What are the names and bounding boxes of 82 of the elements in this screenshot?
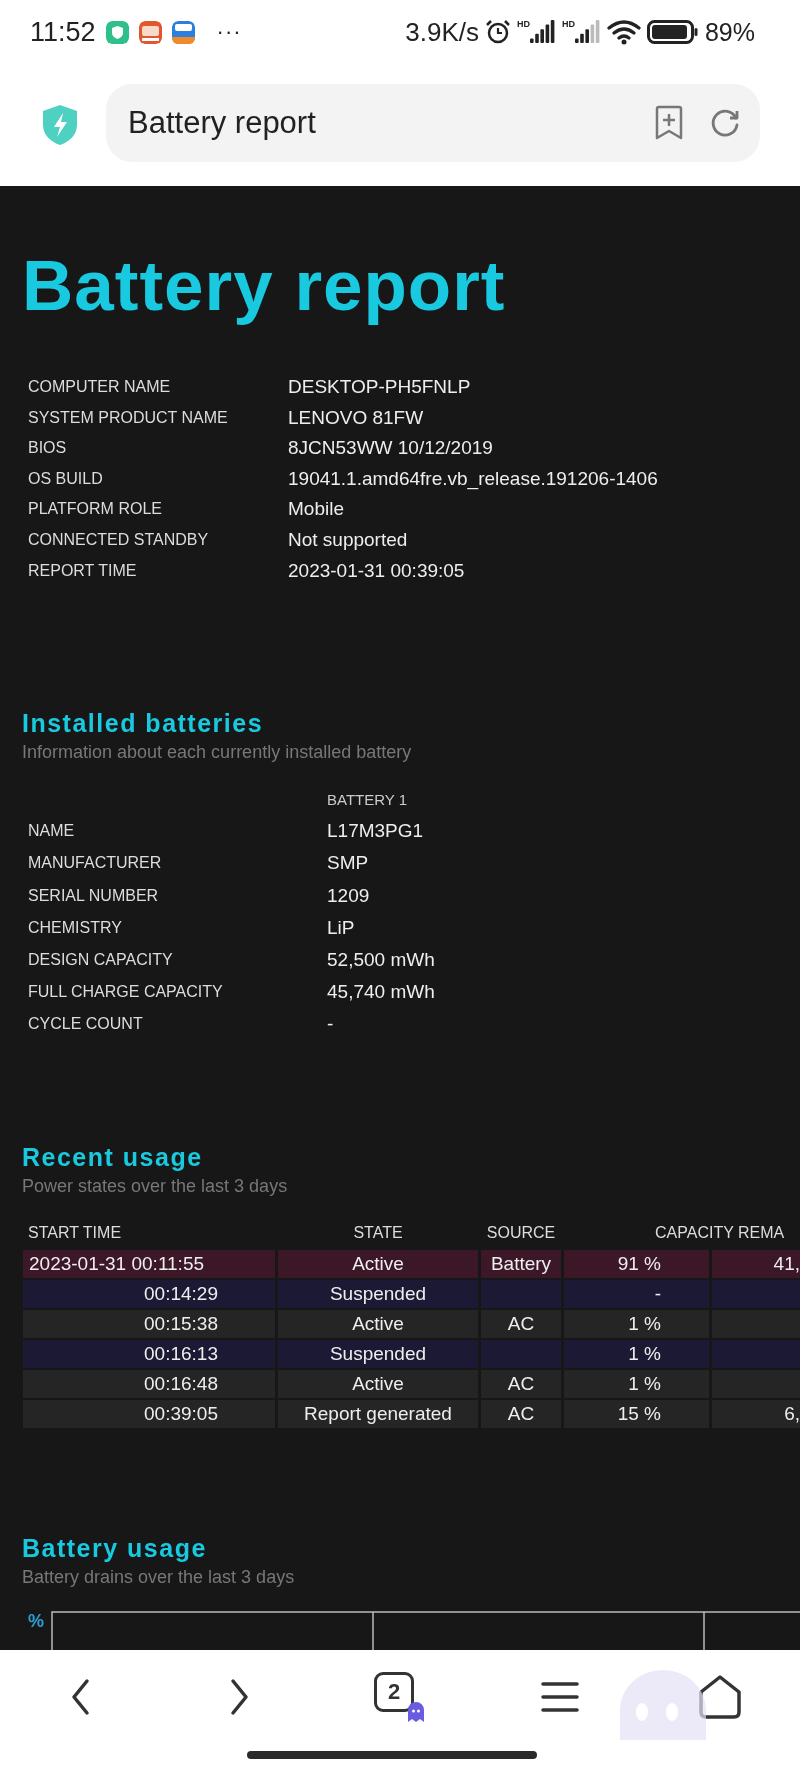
table-cell: Suspended — [278, 1279, 478, 1308]
address-bar[interactable]: Battery report — [106, 84, 760, 162]
info-label: PLATFORM ROLE — [28, 499, 163, 520]
info-label: REPORT TIME — [28, 560, 138, 581]
table-cell: 6, — [712, 1399, 800, 1428]
table-cell: Suspended — [278, 1339, 478, 1368]
section-heading: Battery usage — [22, 1532, 208, 1564]
column-header: SOURCE — [485, 1222, 557, 1243]
section-heading: Installed batteries — [22, 708, 265, 740]
info-value: DESKTOP-PH5FNLP — [288, 375, 472, 399]
table-cell: Active — [278, 1309, 478, 1338]
battery-value: - — [327, 1012, 335, 1037]
shield-app-icon — [105, 20, 129, 44]
info-value: 2023-01-31 00:39:05 — [288, 558, 466, 583]
battery-label: NAME — [28, 821, 76, 842]
table-cell: Report generated — [278, 1399, 478, 1428]
info-value: 8JCN53WW 10/12/2019 — [288, 436, 494, 461]
battery-value: 45,740 mWh — [327, 980, 436, 1005]
column-header: CAPACITY REMA — [654, 1222, 786, 1243]
axis-unit: % — [27, 1610, 45, 1631]
network-speed: 3.9K/s — [405, 16, 479, 48]
table-cell: 00:39:05 — [23, 1399, 275, 1428]
table-cell: 1 % — [564, 1309, 709, 1338]
table-cell: Active — [278, 1369, 478, 1398]
battery-label: SERIAL NUMBER — [28, 885, 160, 906]
battery-label: CYCLE COUNT — [28, 1014, 144, 1035]
section-heading: Recent usage — [22, 1141, 204, 1173]
table-cell: 2023-01-31 00:11:55 — [23, 1249, 275, 1278]
table-cell: 00:15:38 — [23, 1309, 275, 1338]
table-cell: 1 % — [564, 1369, 709, 1398]
menu-button[interactable] — [540, 1680, 580, 1714]
column-header: STATE — [352, 1222, 404, 1243]
battery-label: DESIGN CAPACITY — [28, 949, 174, 970]
table-cell: Active — [278, 1249, 478, 1278]
info-label: CONNECTED STANDBY — [28, 529, 210, 550]
battery-label: FULL CHARGE CAPACITY — [28, 982, 224, 1003]
battery-value: L17M3PG1 — [327, 819, 425, 844]
table-cell: 00:14:29 — [23, 1279, 275, 1308]
report-title: Battery report — [22, 245, 507, 327]
table-cell: AC — [481, 1309, 561, 1338]
info-value: Not supported — [288, 527, 409, 552]
battery-label: MANUFACTURER — [28, 853, 163, 874]
info-label: OS BUILD — [28, 468, 104, 489]
battery-value: 52,500 mWh — [327, 947, 436, 972]
section-subtitle: Information about each currently installed battery — [22, 741, 413, 765]
battery-value: LiP — [327, 915, 356, 940]
clock: 11:52 — [30, 16, 96, 48]
info-label: COMPUTER NAME — [28, 377, 172, 397]
info-value: Mobile — [288, 497, 345, 522]
app-icon — [138, 20, 162, 44]
table-cell: 00:16:13 — [23, 1339, 275, 1368]
info-value: 19041.1.amd64fre.vb_release.191206-1406 — [288, 466, 659, 492]
battery-value: SMP — [327, 851, 370, 876]
more-notifications: ··· — [216, 19, 242, 45]
battery-percent: 89% — [704, 17, 755, 47]
shield-icon — [40, 103, 80, 147]
table-cell: 15 % — [564, 1399, 709, 1428]
battery-label: CHEMISTRY — [28, 917, 123, 938]
alarm-icon — [484, 19, 511, 45]
table-cell: 41, — [712, 1249, 800, 1278]
signal-label: HD — [516, 19, 530, 29]
battery-value: 1209 — [327, 883, 371, 908]
battery-icon — [646, 20, 699, 44]
table-cell: - — [564, 1279, 709, 1308]
info-label: BIOS — [28, 438, 68, 459]
section-subtitle: Battery drains over the last 3 days — [22, 1565, 296, 1589]
ghost-badge-icon — [406, 1700, 426, 1722]
info-value: LENOVO 81FW — [288, 405, 425, 430]
table-cell: Battery — [481, 1249, 561, 1278]
page-title: Battery report — [128, 105, 317, 141]
app-icon — [171, 20, 195, 44]
signal-label: HD — [561, 19, 575, 29]
table-cell: 91 % — [564, 1249, 709, 1278]
wifi-icon — [606, 19, 641, 45]
table-cell: 00:16:48 — [23, 1369, 275, 1398]
table-cell: 1 % — [564, 1339, 709, 1368]
column-header: START TIME — [27, 1222, 123, 1243]
table-cell: AC — [481, 1399, 561, 1428]
section-subtitle: Power states over the last 3 days — [22, 1174, 289, 1198]
info-label: SYSTEM PRODUCT NAME — [28, 407, 229, 428]
column-header: BATTERY 1 — [327, 790, 409, 811]
table-cell: AC — [481, 1369, 561, 1398]
